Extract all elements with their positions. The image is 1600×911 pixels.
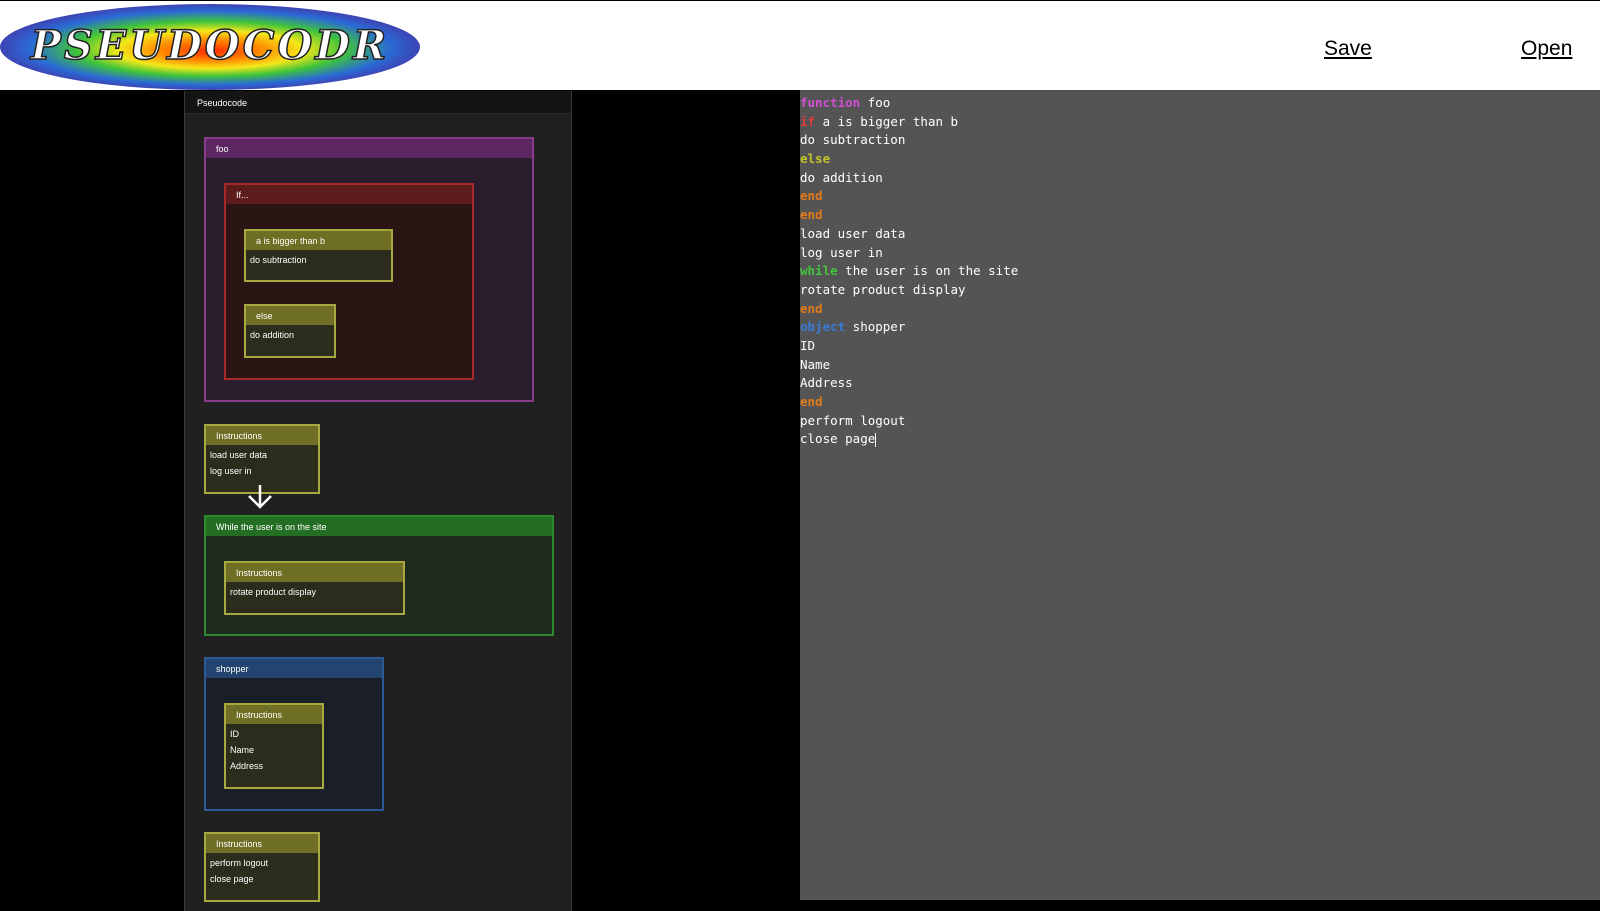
code-line[interactable]: object shopper	[800, 318, 1600, 337]
code-text: the user is on the site	[837, 263, 1019, 279]
keyword-function: function	[800, 95, 861, 110]
object-block-title: shopper	[206, 659, 382, 678]
code-text: foo	[860, 95, 891, 110]
else-block[interactable]: else do addition	[244, 304, 336, 358]
code-line[interactable]: Address	[800, 374, 1600, 393]
code-line[interactable]: do addition	[800, 169, 1600, 188]
svg-text:PSEUDOCODR: PSEUDOCODR	[30, 22, 389, 69]
keyword-else: else	[800, 151, 831, 167]
pseudocodr-logo: PSEUDOCODR	[0, 4, 420, 90]
code-line[interactable]: perform logout	[800, 412, 1600, 431]
code-text: do subtraction	[800, 132, 906, 148]
instruction-line: Address	[230, 761, 264, 771]
if-condition-title: a is bigger than b	[246, 231, 391, 250]
code-line[interactable]: while the user is on the site	[800, 262, 1600, 281]
flow-arrow-down-icon	[248, 485, 272, 509]
code-line[interactable]: close page	[800, 430, 1600, 449]
code-text: log user in	[800, 244, 883, 260]
panel-title: Pseudocode	[185, 91, 571, 114]
code-line[interactable]: end	[800, 393, 1600, 412]
instructions-block-2[interactable]: Instructions perform logout close page	[204, 832, 320, 902]
function-block-title: foo	[206, 139, 532, 158]
instruction-line: log user in	[210, 466, 252, 476]
code-editor[interactable]: function foo if a is bigger than b do subt…	[800, 90, 1600, 900]
code-line[interactable]: ID	[800, 337, 1600, 356]
code-text: close page	[800, 431, 876, 447]
instructions-title: Instructions	[226, 563, 403, 582]
code-text: ID	[800, 337, 816, 353]
code-line[interactable]: function foo	[800, 94, 1600, 113]
while-instructions-block[interactable]: Instructions rotate product display	[224, 561, 405, 615]
code-text: a is bigger than b	[815, 113, 959, 129]
while-block[interactable]: While the user is on the site Instructio…	[204, 515, 554, 636]
code-text: Address	[800, 375, 853, 391]
instructions-title: Instructions	[206, 426, 318, 445]
code-line[interactable]: else	[800, 150, 1600, 169]
else-block-title: else	[246, 306, 334, 325]
save-link[interactable]: Save	[1324, 37, 1372, 61]
instructions-title: Instructions	[226, 705, 322, 724]
keyword-end: end	[800, 300, 823, 316]
code-text: shopper	[845, 319, 906, 335]
instruction-line: do subtraction	[250, 255, 307, 265]
flowchart-canvas: Pseudocode foo If... a is bigger than b …	[0, 90, 800, 911]
if-block[interactable]: If... a is bigger than b do subtraction …	[224, 183, 474, 380]
instructions-title: Instructions	[206, 834, 318, 853]
code-line[interactable]: log user in	[800, 244, 1600, 263]
pseudocode-flowchart-panel: Pseudocode foo If... a is bigger than b …	[184, 91, 572, 911]
code-line[interactable]: Name	[800, 356, 1600, 375]
code-line[interactable]: end	[800, 300, 1600, 319]
keyword-end: end	[800, 207, 823, 223]
open-link[interactable]: Open	[1521, 37, 1572, 61]
while-block-title: While the user is on the site	[206, 517, 552, 536]
keyword-object: object	[800, 319, 846, 335]
code-text: rotate product display	[800, 281, 966, 297]
code-line[interactable]: rotate product display	[800, 281, 1600, 300]
instruction-line: perform logout	[210, 858, 269, 868]
code-text: do addition	[800, 169, 883, 185]
code-line[interactable]: end	[800, 187, 1600, 206]
text-cursor	[875, 432, 877, 447]
instruction-line: close page	[210, 874, 254, 884]
if-block-title: If...	[226, 185, 472, 204]
if-condition-block[interactable]: a is bigger than b do subtraction	[244, 229, 393, 282]
object-instructions-block[interactable]: Instructions ID Name Address	[224, 703, 324, 789]
instruction-line: ID	[230, 729, 239, 739]
keyword-end: end	[800, 394, 823, 409]
keyword-if: if	[800, 113, 816, 129]
keyword-end: end	[800, 188, 823, 204]
app-header: PSEUDOCODR Save Open	[0, 0, 1600, 90]
code-line[interactable]: load user data	[800, 225, 1600, 244]
instruction-line: do addition	[250, 330, 295, 340]
instruction-line: load user data	[210, 450, 268, 460]
code-line[interactable]: end	[800, 206, 1600, 225]
keyword-while: while	[800, 263, 838, 279]
code-text: Name	[800, 356, 831, 372]
code-text: load user data	[800, 225, 906, 241]
code-line[interactable]: do subtraction	[800, 131, 1600, 150]
code-line[interactable]: if a is bigger than b	[800, 113, 1600, 132]
instruction-line: rotate product display	[230, 587, 317, 597]
object-block-shopper[interactable]: shopper Instructions ID Name Address	[204, 657, 384, 811]
instruction-line: Name	[230, 745, 255, 755]
function-block-foo[interactable]: foo If... a is bigger than b do subtract…	[204, 137, 534, 402]
code-text: perform logout	[800, 412, 906, 428]
